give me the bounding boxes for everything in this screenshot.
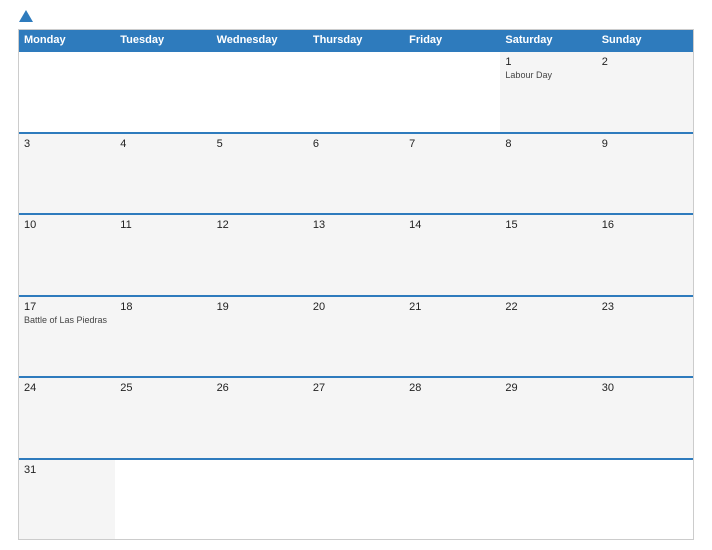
day-cell: 4 (115, 134, 211, 214)
day-number: 7 (409, 138, 495, 150)
day-number: 11 (120, 219, 206, 231)
week-row-4: 17 Battle of Las Piedras 18 19 20 21 22 23 (19, 295, 693, 377)
week-row-5: 24 25 26 27 28 29 30 (19, 376, 693, 458)
day-cell: 13 (308, 215, 404, 295)
day-cell: 16 (597, 215, 693, 295)
day-cell (597, 460, 693, 540)
day-number: 20 (313, 301, 399, 313)
day-number: 1 (505, 56, 591, 68)
week-row-2: 3456789 (19, 132, 693, 214)
holiday-name: Labour Day (505, 70, 591, 81)
holiday-name: Battle of Las Piedras (24, 315, 110, 326)
day-cell (19, 52, 115, 132)
day-number: 25 (120, 382, 206, 394)
day-cell: 19 (212, 297, 308, 377)
day-cell (212, 52, 308, 132)
day-cell: 22 (500, 297, 596, 377)
day-cell (500, 460, 596, 540)
day-cell: 30 (597, 378, 693, 458)
day-header-sunday: Sunday (597, 30, 693, 50)
day-cell (115, 52, 211, 132)
day-number: 21 (409, 301, 495, 313)
day-number: 4 (120, 138, 206, 150)
day-headers-row: MondayTuesdayWednesdayThursdayFridaySatu… (19, 30, 693, 50)
day-number: 3 (24, 138, 110, 150)
day-cell: 7 (404, 134, 500, 214)
day-number: 29 (505, 382, 591, 394)
day-cell: 25 (115, 378, 211, 458)
day-number: 15 (505, 219, 591, 231)
day-cell (115, 460, 211, 540)
day-number: 2 (602, 56, 688, 68)
header (18, 10, 694, 23)
day-number: 30 (602, 382, 688, 394)
day-header-friday: Friday (404, 30, 500, 50)
day-number: 31 (24, 464, 110, 476)
day-cell: 6 (308, 134, 404, 214)
day-number: 16 (602, 219, 688, 231)
day-header-monday: Monday (19, 30, 115, 50)
day-cell: 18 (115, 297, 211, 377)
day-cell: 17 Battle of Las Piedras (19, 297, 115, 377)
day-number: 6 (313, 138, 399, 150)
day-number: 14 (409, 219, 495, 231)
day-number: 24 (24, 382, 110, 394)
day-cell: 27 (308, 378, 404, 458)
day-number: 12 (217, 219, 303, 231)
day-cell (212, 460, 308, 540)
day-cell: 29 (500, 378, 596, 458)
day-number: 18 (120, 301, 206, 313)
day-cell: 14 (404, 215, 500, 295)
day-cell: 11 (115, 215, 211, 295)
day-number: 19 (217, 301, 303, 313)
day-number: 10 (24, 219, 110, 231)
day-cell: 15 (500, 215, 596, 295)
day-cell: 3 (19, 134, 115, 214)
day-cell: 26 (212, 378, 308, 458)
day-cell: 2 (597, 52, 693, 132)
week-row-3: 10 11 12 13 14 15 16 (19, 213, 693, 295)
day-cell (308, 52, 404, 132)
day-cell (308, 460, 404, 540)
day-cell: 1 Labour Day (500, 52, 596, 132)
day-number: 28 (409, 382, 495, 394)
day-cell: 28 (404, 378, 500, 458)
day-header-saturday: Saturday (500, 30, 596, 50)
day-number: 27 (313, 382, 399, 394)
day-number: 22 (505, 301, 591, 313)
day-header-tuesday: Tuesday (115, 30, 211, 50)
day-cell: 20 (308, 297, 404, 377)
weeks-container: 1Labour Day234567891011121314151617Battl… (19, 50, 693, 539)
calendar: MondayTuesdayWednesdayThursdayFridaySatu… (18, 29, 694, 540)
day-number: 23 (602, 301, 688, 313)
day-cell (404, 52, 500, 132)
day-number: 9 (602, 138, 688, 150)
day-number: 26 (217, 382, 303, 394)
day-cell: 31 (19, 460, 115, 540)
day-cell: 5 (212, 134, 308, 214)
day-header-wednesday: Wednesday (212, 30, 308, 50)
day-cell: 23 (597, 297, 693, 377)
logo-triangle-icon (19, 10, 33, 22)
day-cell: 10 (19, 215, 115, 295)
day-header-thursday: Thursday (308, 30, 404, 50)
page: MondayTuesdayWednesdayThursdayFridaySatu… (0, 0, 712, 550)
week-row-6: 31 (19, 458, 693, 540)
day-number: 13 (313, 219, 399, 231)
day-cell: 9 (597, 134, 693, 214)
logo (18, 10, 34, 23)
day-cell: 12 (212, 215, 308, 295)
day-cell: 21 (404, 297, 500, 377)
day-number: 17 (24, 301, 110, 313)
day-cell: 24 (19, 378, 115, 458)
day-cell: 8 (500, 134, 596, 214)
day-number: 5 (217, 138, 303, 150)
week-row-1: 1 Labour Day 2 (19, 50, 693, 132)
day-number: 8 (505, 138, 591, 150)
day-cell (404, 460, 500, 540)
